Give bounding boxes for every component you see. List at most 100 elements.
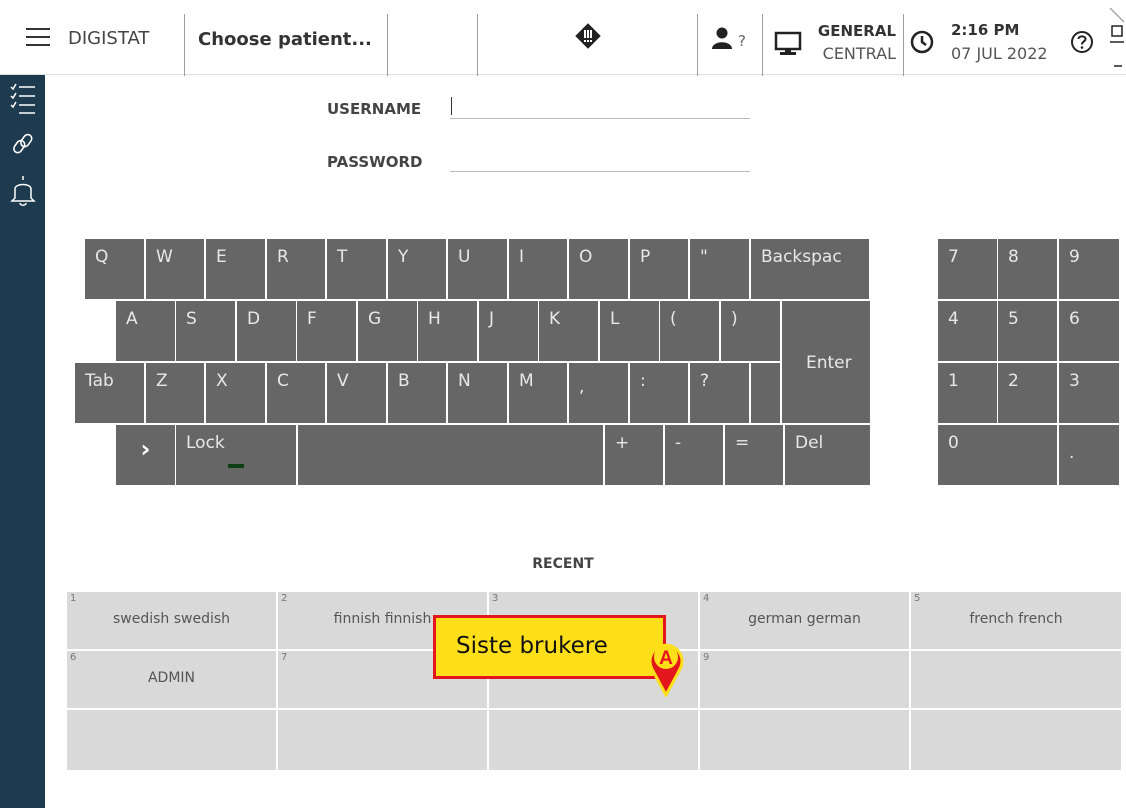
divider — [184, 14, 185, 76]
slot-number: 7 — [281, 652, 288, 663]
recent-user-slot[interactable] — [66, 709, 277, 771]
recent-user-slot[interactable]: 6 ADMIN — [66, 650, 277, 709]
alarm-warning-icon[interactable] — [575, 23, 601, 53]
monitor-icon[interactable] — [774, 31, 802, 61]
slot-user-name: french french — [969, 611, 1063, 627]
key-k[interactable]: K — [538, 300, 599, 362]
clock-time: 2:16 PM — [951, 21, 1020, 39]
top-bar: DIGISTAT Choose patient... ? GENERAL CEN… — [0, 0, 1126, 76]
numpad-key-7[interactable]: 7 — [937, 238, 998, 300]
key-b[interactable]: B — [387, 362, 447, 424]
recent-user-slot[interactable]: 9 — [699, 650, 910, 709]
key-n[interactable]: N — [447, 362, 508, 424]
key-x[interactable]: X — [205, 362, 266, 424]
user-unknown-label: ? — [738, 32, 746, 50]
key-g[interactable]: G — [357, 300, 418, 362]
callout-text: Siste brukere — [456, 633, 608, 659]
key-l[interactable]: L — [599, 300, 660, 362]
recent-user-slot[interactable] — [910, 709, 1122, 771]
key-c[interactable]: C — [266, 362, 326, 424]
user-icon[interactable] — [712, 27, 732, 53]
key-o[interactable]: O — [568, 238, 629, 300]
recent-user-slot[interactable] — [910, 650, 1122, 709]
key-enter[interactable]: Enter — [781, 300, 871, 424]
recent-user-slot[interactable]: 1 swedish swedish — [66, 591, 277, 650]
key-lock[interactable]: Lock — [175, 424, 297, 486]
password-field[interactable] — [450, 149, 750, 171]
numpad-key-2[interactable]: 2 — [997, 362, 1058, 424]
checklist-icon[interactable] — [10, 83, 36, 119]
help-icon[interactable] — [1070, 30, 1094, 58]
key-symbol[interactable]: + — [604, 424, 664, 486]
map-pin-marker-icon: A — [645, 635, 687, 701]
key-blank[interactable] — [750, 362, 781, 424]
clock-date: 07 JUL 2022 — [951, 44, 1048, 63]
key-space[interactable] — [297, 424, 604, 486]
key-symbol[interactable]: , — [568, 362, 629, 424]
numpad-key-0[interactable]: 0 — [937, 424, 1058, 486]
password-label: PASSWORD — [327, 153, 423, 171]
key-symbol[interactable]: ) — [720, 300, 781, 362]
divider — [477, 14, 478, 76]
divider — [387, 14, 388, 76]
key-s[interactable]: S — [175, 300, 236, 362]
annotation-callout: Siste brukere — [433, 615, 666, 679]
hamburger-menu-icon[interactable] — [26, 28, 50, 48]
key-p[interactable]: P — [629, 238, 689, 300]
choose-patient-button[interactable]: Choose patient... — [198, 29, 372, 50]
recent-user-slot[interactable] — [277, 709, 488, 771]
slot-number: 3 — [492, 593, 499, 604]
username-underline — [450, 118, 750, 119]
screen-layout-icon[interactable] — [1109, 7, 1125, 72]
key-a[interactable]: A — [115, 300, 176, 362]
key-f[interactable]: F — [296, 300, 357, 362]
numpad-key-4[interactable]: 4 — [937, 300, 998, 362]
recent-user-slot[interactable]: 4 german german — [699, 591, 910, 650]
key-t[interactable]: T — [326, 238, 387, 300]
link-icon[interactable] — [10, 131, 36, 165]
key-symbol[interactable]: - — [664, 424, 724, 486]
key-symbol[interactable]: ( — [659, 300, 720, 362]
recent-users-title: RECENT — [532, 556, 594, 572]
key-tab[interactable]: Tab — [74, 362, 145, 424]
key-i[interactable]: I — [508, 238, 568, 300]
key-z[interactable]: Z — [145, 362, 205, 424]
numpad-key-5[interactable]: 5 — [997, 300, 1058, 362]
workstation-subtitle: CENTRAL — [822, 44, 896, 63]
username-field[interactable] — [450, 96, 750, 118]
key-q[interactable]: Q — [84, 238, 145, 300]
caps-lock-indicator — [228, 464, 244, 468]
numpad-key-9[interactable]: 9 — [1058, 238, 1120, 300]
key-symbol[interactable]: = — [724, 424, 784, 486]
key-backspac[interactable]: Backspac — [750, 238, 870, 300]
key-u[interactable]: U — [447, 238, 508, 300]
key-r[interactable]: R — [266, 238, 326, 300]
divider — [903, 14, 904, 76]
key-h[interactable]: H — [417, 300, 478, 362]
key-v[interactable]: V — [326, 362, 387, 424]
key-j[interactable]: J — [478, 300, 539, 362]
clock-icon — [910, 30, 934, 58]
recent-user-slot[interactable]: 5 french french — [910, 591, 1122, 650]
key-symbol[interactable]: " — [689, 238, 750, 300]
key-del[interactable]: Del — [784, 424, 871, 486]
slot-user-name: ADMIN — [147, 670, 196, 686]
numpad-key-8[interactable]: 8 — [997, 238, 1058, 300]
key-arrow[interactable]: › — [115, 424, 176, 486]
recent-user-slot[interactable] — [699, 709, 910, 771]
key-m[interactable]: M — [508, 362, 568, 424]
key-lock-label: Lock — [186, 433, 225, 453]
numpad-key-decimal[interactable]: . — [1058, 424, 1120, 486]
numpad-key-6[interactable]: 6 — [1058, 300, 1120, 362]
key-symbol[interactable]: : — [629, 362, 689, 424]
slot-number: 5 — [914, 593, 921, 604]
key-d[interactable]: D — [236, 300, 297, 362]
key-y[interactable]: Y — [387, 238, 447, 300]
recent-user-slot[interactable] — [488, 709, 699, 771]
numpad-key-3[interactable]: 3 — [1058, 362, 1120, 424]
key-symbol[interactable]: ? — [689, 362, 750, 424]
key-w[interactable]: W — [145, 238, 205, 300]
numpad-key-1[interactable]: 1 — [937, 362, 998, 424]
bell-icon[interactable] — [10, 175, 36, 211]
key-e[interactable]: E — [205, 238, 266, 300]
